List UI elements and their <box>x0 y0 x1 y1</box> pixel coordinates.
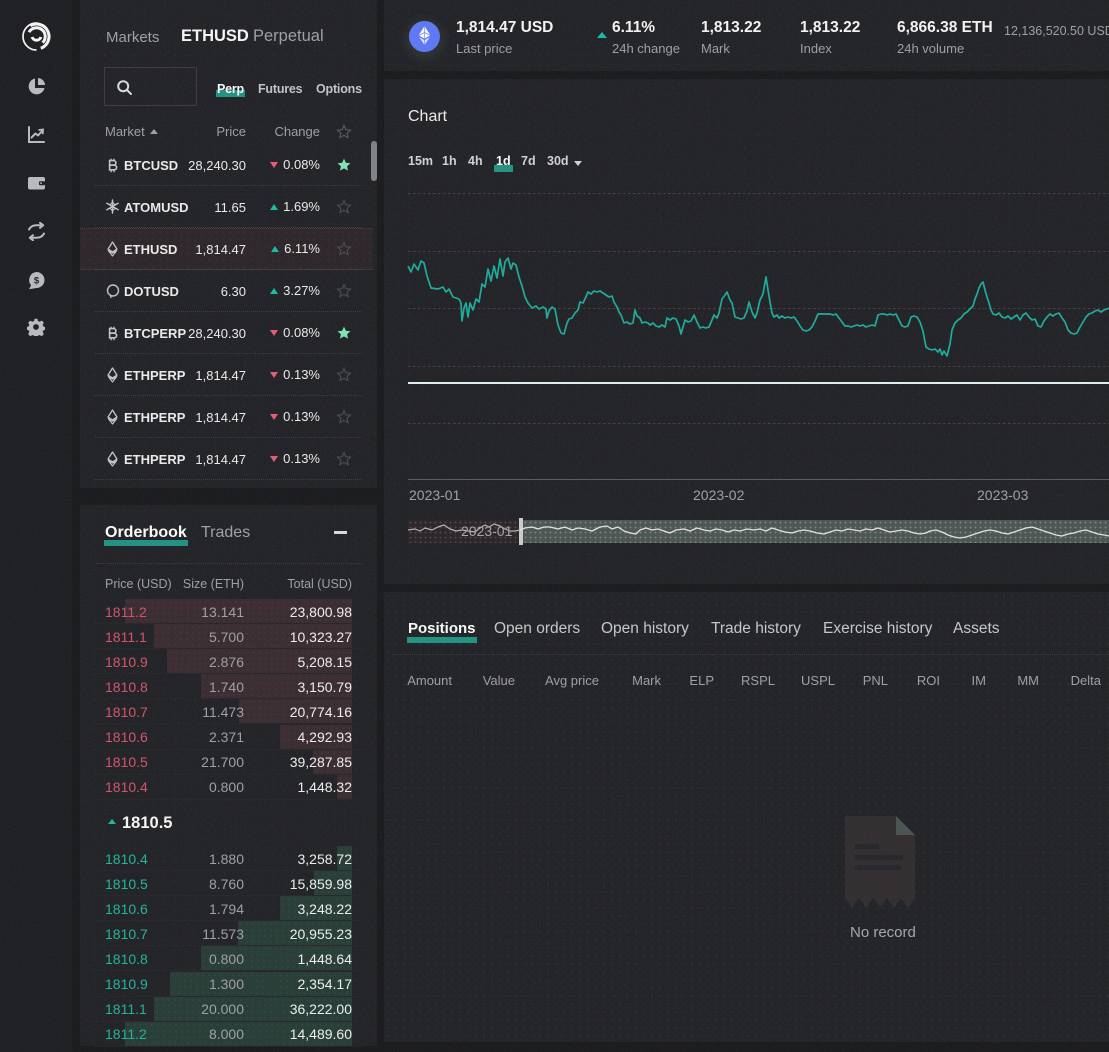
svg-text:$: $ <box>34 276 40 287</box>
